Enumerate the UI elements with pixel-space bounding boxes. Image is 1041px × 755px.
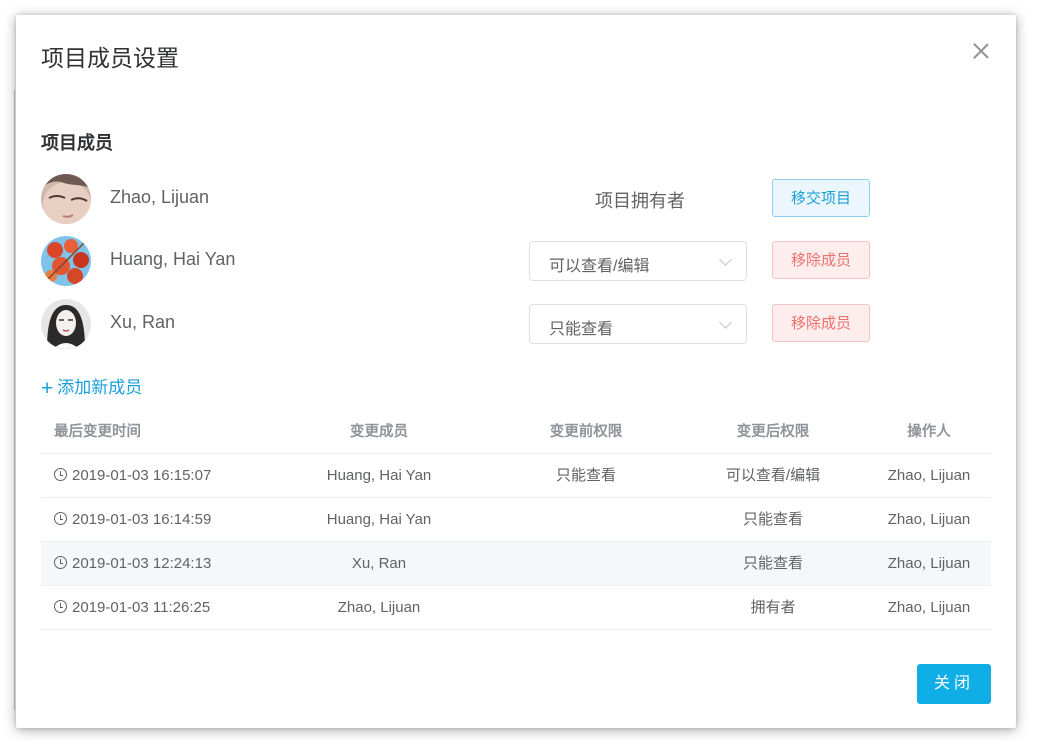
member-cell: Xu, Ran xyxy=(351,555,407,572)
permission-select[interactable]: 只能查看 xyxy=(529,304,747,344)
operator-cell: Zhao, Lijuan xyxy=(887,555,971,572)
permission-value: 可以查看/编辑 xyxy=(549,258,650,275)
transfer-project-button[interactable]: 移交项目 xyxy=(772,179,870,217)
avatar xyxy=(41,236,91,286)
owner-role-label: 项目拥有者 xyxy=(595,191,685,211)
add-member-label: 添加新成员 xyxy=(57,378,143,397)
column-header: 变更成员 xyxy=(350,424,408,440)
time-cell: 2019-01-03 12:24:13 xyxy=(54,542,211,585)
member-name: Xu, Ran xyxy=(110,312,176,332)
table-row: 2019-01-03 12:24:13 Xu, Ran 只能查看 Zhao, L… xyxy=(41,542,991,586)
member-settings-dialog: 项目成员设置 项目成员 Zhao, Lijuan 项目拥有者 移交项目 Huan… xyxy=(16,15,1016,728)
after-permission-cell: 拥有者 xyxy=(750,599,796,616)
time-value: 2019-01-03 16:14:59 xyxy=(72,511,212,528)
table-row: 2019-01-03 16:15:07 Huang, Hai Yan 只能查看 … xyxy=(41,454,991,498)
member-name: Huang, Hai Yan xyxy=(110,249,236,269)
column-header: 变更后权限 xyxy=(736,424,810,440)
member-name: Zhao, Lijuan xyxy=(110,187,210,207)
time-value: 2019-01-03 12:24:13 xyxy=(72,555,212,572)
operator-cell: Zhao, Lijuan xyxy=(887,599,971,616)
member-row: Xu, Ran 只能查看 移除成员 xyxy=(41,299,991,351)
permission-value: 只能查看 xyxy=(549,321,614,338)
member-cell: Huang, Hai Yan xyxy=(326,467,432,484)
time-cell: 2019-01-03 16:14:59 xyxy=(54,498,211,541)
history-table: 最后变更时间 变更成员 变更前权限 变更后权限 操作人 2019-01-03 1… xyxy=(41,411,991,630)
column-header: 变更前权限 xyxy=(549,424,623,440)
clock-icon xyxy=(54,556,67,569)
column-header: 操作人 xyxy=(907,424,951,440)
table-header: 最后变更时间 变更成员 变更前权限 变更后权限 操作人 xyxy=(41,411,991,454)
time-value: 2019-01-03 11:26:25 xyxy=(72,599,211,616)
close-button[interactable]: 关闭 xyxy=(917,664,991,704)
after-permission-cell: 只能查看 xyxy=(742,511,803,528)
clock-icon xyxy=(54,512,67,525)
column-header: 最后变更时间 xyxy=(54,424,141,440)
member-row: Huang, Hai Yan 可以查看/编辑 移除成员 xyxy=(41,236,991,288)
clock-icon xyxy=(54,468,67,481)
clock-icon xyxy=(54,600,67,613)
close-icon[interactable] xyxy=(972,42,990,60)
operator-cell: Zhao, Lijuan xyxy=(887,467,971,484)
before-permission-cell: 只能查看 xyxy=(555,467,616,484)
member-cell: Huang, Hai Yan xyxy=(326,511,432,528)
time-cell: 2019-01-03 11:26:25 xyxy=(54,586,210,629)
after-permission-cell: 可以查看/编辑 xyxy=(725,467,821,484)
time-cell: 2019-01-03 16:15:07 xyxy=(54,454,211,497)
avatar xyxy=(41,174,91,224)
backdrop-edge xyxy=(14,90,15,710)
chevron-down-icon xyxy=(719,316,732,329)
dialog-title: 项目成员设置 xyxy=(41,45,179,71)
member-cell: Zhao, Lijuan xyxy=(337,599,421,616)
table-row: 2019-01-03 11:26:25 Zhao, Lijuan 拥有者 Zha… xyxy=(41,586,991,630)
avatar xyxy=(41,299,91,349)
table-row: 2019-01-03 16:14:59 Huang, Hai Yan 只能查看 … xyxy=(41,498,991,542)
plus-icon: + xyxy=(41,377,54,400)
permission-select[interactable]: 可以查看/编辑 xyxy=(529,241,747,281)
remove-member-button[interactable]: 移除成员 xyxy=(772,241,870,279)
members-section-title: 项目成员 xyxy=(41,133,113,153)
time-value: 2019-01-03 16:15:07 xyxy=(72,467,212,484)
chevron-down-icon xyxy=(719,253,732,266)
add-member-button[interactable]: + 添加新成员 xyxy=(41,373,142,401)
operator-cell: Zhao, Lijuan xyxy=(887,511,971,528)
after-permission-cell: 只能查看 xyxy=(742,555,803,572)
remove-member-button[interactable]: 移除成员 xyxy=(772,304,870,342)
member-row: Zhao, Lijuan 项目拥有者 移交项目 xyxy=(41,174,991,226)
